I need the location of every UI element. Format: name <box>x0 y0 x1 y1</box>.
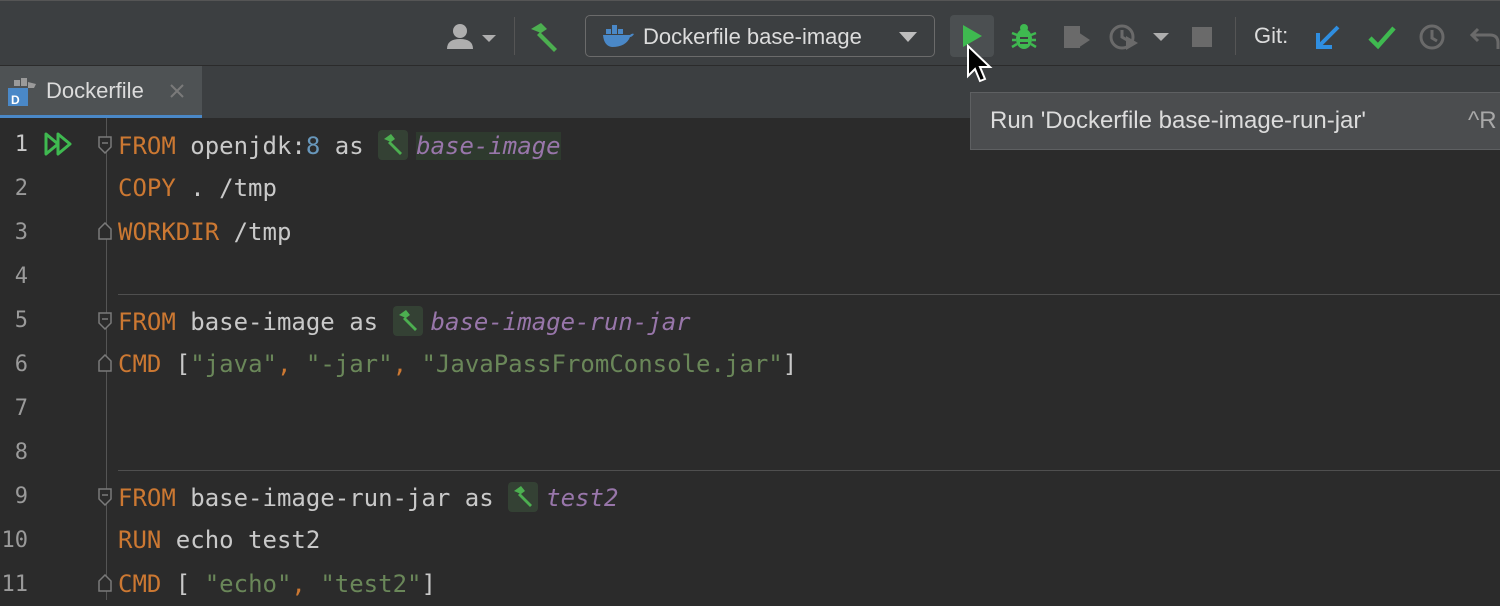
code-text: COPY . /tmp <box>118 174 277 202</box>
line-number: 1 <box>14 132 28 157</box>
code-line: 5 FROM base-image as base-image-run-jar <box>0 298 1500 342</box>
git-history-button[interactable] <box>1416 21 1448 53</box>
docker-icon <box>602 25 634 54</box>
debug-button[interactable] <box>1006 19 1042 55</box>
git-commit-icon <box>1368 26 1396 50</box>
build-stage-icon[interactable] <box>392 306 423 336</box>
code-text: CMD ["java", "-jar", "JavaPassFromConsol… <box>118 350 798 378</box>
mouse-cursor-icon <box>966 43 994 89</box>
build-stage-icon[interactable] <box>508 482 539 512</box>
coverage-icon <box>1064 26 1090 48</box>
code-line: 3 WORKDIR /tmp <box>0 210 1500 254</box>
stop-button[interactable] <box>1188 23 1216 51</box>
code-text: WORKDIR /tmp <box>118 218 292 246</box>
fold-icon[interactable] <box>97 136 113 155</box>
chevron-down-icon <box>1153 33 1169 41</box>
code-text: FROM openjdk:8 as base-image <box>118 130 561 160</box>
code-text: FROM base-image as base-image-run-jar <box>118 306 691 336</box>
svg-text:D: D <box>11 93 20 106</box>
line-number: 11 <box>1 572 29 597</box>
fold-end-icon[interactable] <box>97 353 113 372</box>
git-update-icon <box>1316 25 1340 49</box>
tooltip-shortcut: ^R <box>1468 107 1497 134</box>
chevron-down-icon <box>898 30 918 48</box>
tooltip-text: Run 'Dockerfile base-image-run-jar' <box>990 107 1366 134</box>
line-number: 5 <box>14 308 28 333</box>
debug-icon <box>1011 24 1037 49</box>
line-number: 9 <box>14 484 28 509</box>
profile-icon <box>1109 24 1138 50</box>
run-options-dropdown[interactable] <box>1150 29 1172 45</box>
line-number: 2 <box>14 176 28 201</box>
main-toolbar: Dockerfile base-image Git: <box>0 0 1500 66</box>
code-text: FROM base-image-run-jar as test2 <box>118 482 619 512</box>
code-line: 11 CMD [ "echo", "test2"] <box>0 562 1500 606</box>
toolbar-separator <box>514 17 515 55</box>
code-line: 6 CMD ["java", "-jar", "JavaPassFromCons… <box>0 342 1500 386</box>
git-rollback-icon <box>1470 27 1500 49</box>
line-number: 7 <box>14 396 28 421</box>
code-text: RUN echo test2 <box>118 526 321 554</box>
stop-icon <box>1192 27 1212 47</box>
code-line: 9 FROM base-image-run-jar as test2 <box>0 474 1500 518</box>
line-number: 6 <box>14 352 28 377</box>
run-all-stages-icon[interactable] <box>44 132 74 161</box>
code-line: 8 <box>0 430 1500 474</box>
dockerfile-icon: D <box>8 78 38 111</box>
line-number: 8 <box>14 440 28 465</box>
run-configuration-selector[interactable]: Dockerfile base-image <box>585 15 935 57</box>
toolbar-separator <box>1235 17 1236 55</box>
profile-button[interactable] <box>1106 19 1142 55</box>
code-line: 4 <box>0 254 1500 298</box>
code-line: 2 COPY . /tmp <box>0 166 1500 210</box>
git-rollback-button[interactable] <box>1470 21 1500 53</box>
git-commit-button[interactable] <box>1366 21 1398 53</box>
build-stage-icon[interactable] <box>378 130 409 160</box>
build-hammer-icon[interactable] <box>527 21 563 53</box>
fold-end-icon[interactable] <box>97 221 113 240</box>
git-history-icon <box>1419 24 1445 50</box>
line-number: 4 <box>14 264 28 289</box>
run-configuration-label: Dockerfile base-image <box>643 24 862 49</box>
line-number: 3 <box>14 220 28 245</box>
run-tooltip: Run 'Dockerfile base-image-run-jar' ^R <box>970 92 1500 150</box>
code-line: 10 RUN echo test2 <box>0 518 1500 562</box>
line-number: 10 <box>1 528 29 553</box>
run-with-coverage-button[interactable] <box>1058 19 1094 55</box>
code-editor[interactable]: 1 FROM openjdk:8 as base-image 2 COPY . … <box>0 118 1500 600</box>
git-update-button[interactable] <box>1312 21 1344 53</box>
fold-icon[interactable] <box>97 488 113 507</box>
git-label: Git: <box>1254 23 1289 48</box>
close-icon[interactable] <box>168 82 186 105</box>
tab-dockerfile[interactable]: D Dockerfile <box>0 66 202 118</box>
fold-icon[interactable] <box>97 312 113 331</box>
tab-label: Dockerfile <box>46 78 144 103</box>
user-icon[interactable] <box>444 21 500 53</box>
code-text: CMD [ "echo", "test2"] <box>118 570 436 598</box>
fold-end-icon[interactable] <box>97 573 113 592</box>
code-line: 7 <box>0 386 1500 430</box>
